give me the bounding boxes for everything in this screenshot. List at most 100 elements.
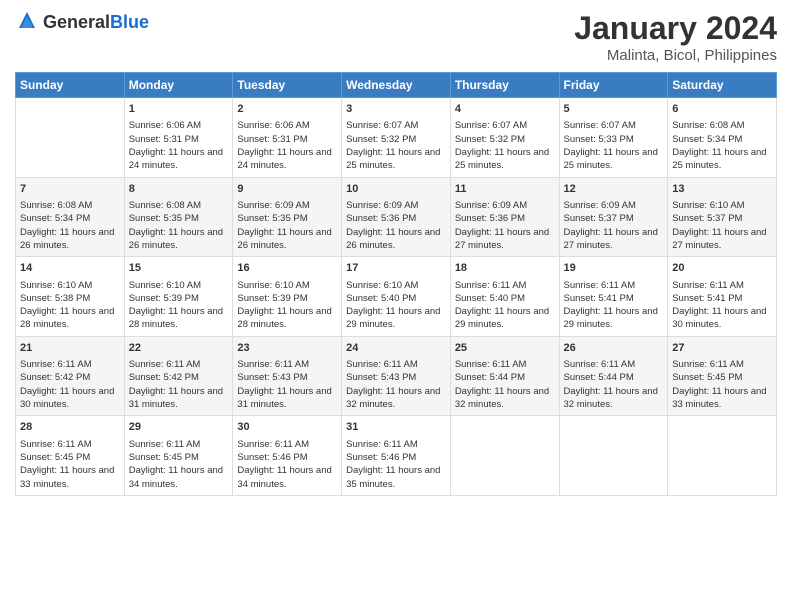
day-number: 7 — [20, 182, 120, 197]
calendar-table: SundayMondayTuesdayWednesdayThursdayFrid… — [15, 72, 777, 496]
day-info: Sunrise: 6:11 AM Sunset: 5:46 PM Dayligh… — [237, 438, 337, 491]
calendar-cell: 6 Sunrise: 6:08 AM Sunset: 5:34 PM Daylig… — [668, 98, 777, 178]
calendar-cell: 20Sunrise: 6:11 AM Sunset: 5:41 PM Dayli… — [668, 257, 777, 337]
day-info: Sunrise: 6:11 AM Sunset: 5:45 PM Dayligh… — [129, 438, 229, 491]
day-number: 14 — [20, 261, 120, 276]
day-number: 11 — [455, 182, 555, 197]
calendar-cell: 28Sunrise: 6:11 AM Sunset: 5:45 PM Dayli… — [16, 416, 125, 496]
day-info: Sunrise: 6:11 AM Sunset: 5:42 PM Dayligh… — [20, 358, 120, 411]
day-info: Sunrise: 6:11 AM Sunset: 5:41 PM Dayligh… — [564, 279, 664, 332]
day-info: Sunrise: 6:11 AM Sunset: 5:46 PM Dayligh… — [346, 438, 446, 491]
day-number: 16 — [237, 261, 337, 276]
calendar-cell: 14 Sunrise: 6:10 AM Sunset: 5:38 PM Dayli… — [16, 257, 125, 337]
calendar-cell — [16, 98, 125, 178]
calendar-cell: 26Sunrise: 6:11 AM Sunset: 5:44 PM Dayli… — [559, 336, 668, 416]
day-number: 29 — [129, 420, 229, 435]
day-info: Sunrise: 6:06 AM Sunset: 5:31 PM Dayligh… — [129, 119, 229, 172]
calendar-cell: 15Sunrise: 6:10 AM Sunset: 5:39 PM Dayli… — [124, 257, 233, 337]
weekday-header-row: SundayMondayTuesdayWednesdayThursdayFrid… — [16, 73, 777, 98]
day-info: Sunrise: 6:07 AM Sunset: 5:32 PM Dayligh… — [346, 119, 446, 172]
day-info: Sunrise: 6:07 AM Sunset: 5:33 PM Dayligh… — [564, 119, 664, 172]
logo-icon — [15, 10, 39, 34]
day-info: Sunrise: 6:09 AM Sunset: 5:36 PM Dayligh… — [346, 199, 446, 252]
day-info: Sunrise: 6:08 AM Sunset: 5:34 PM Dayligh… — [672, 119, 772, 172]
calendar-week-row: 28Sunrise: 6:11 AM Sunset: 5:45 PM Dayli… — [16, 416, 777, 496]
calendar-cell: 29 Sunrise: 6:11 AM Sunset: 5:45 PM Dayli… — [124, 416, 233, 496]
calendar-cell: 13 Sunrise: 6:10 AM Sunset: 5:37 PM Dayli… — [668, 177, 777, 257]
weekday-header-saturday: Saturday — [668, 73, 777, 98]
calendar-container: GeneralBlue January 2024 Malinta, Bicol,… — [0, 0, 792, 506]
calendar-cell: 7Sunrise: 6:08 AM Sunset: 5:34 PM Daylig… — [16, 177, 125, 257]
day-info: Sunrise: 6:09 AM Sunset: 5:35 PM Dayligh… — [237, 199, 337, 252]
calendar-cell: 3 Sunrise: 6:07 AM Sunset: 5:32 PM Daylig… — [342, 98, 451, 178]
calendar-cell: 11 Sunrise: 6:09 AM Sunset: 5:36 PM Dayli… — [450, 177, 559, 257]
calendar-cell: 16 Sunrise: 6:10 AM Sunset: 5:39 PM Dayli… — [233, 257, 342, 337]
day-info: Sunrise: 6:11 AM Sunset: 5:45 PM Dayligh… — [672, 358, 772, 411]
day-info: Sunrise: 6:10 AM Sunset: 5:40 PM Dayligh… — [346, 279, 446, 332]
day-number: 27 — [672, 341, 772, 356]
day-number: 17 — [346, 261, 446, 276]
day-info: Sunrise: 6:06 AM Sunset: 5:31 PM Dayligh… — [237, 119, 337, 172]
month-year-title: January 2024 — [574, 10, 777, 47]
logo-text: GeneralBlue — [43, 12, 149, 33]
day-info: Sunrise: 6:11 AM Sunset: 5:44 PM Dayligh… — [455, 358, 555, 411]
calendar-week-row: 14 Sunrise: 6:10 AM Sunset: 5:38 PM Dayli… — [16, 257, 777, 337]
day-info: Sunrise: 6:11 AM Sunset: 5:40 PM Dayligh… — [455, 279, 555, 332]
weekday-header-thursday: Thursday — [450, 73, 559, 98]
calendar-cell: 25 Sunrise: 6:11 AM Sunset: 5:44 PM Dayli… — [450, 336, 559, 416]
calendar-cell: 5 Sunrise: 6:07 AM Sunset: 5:33 PM Daylig… — [559, 98, 668, 178]
day-number: 18 — [455, 261, 555, 276]
calendar-cell: 27 Sunrise: 6:11 AM Sunset: 5:45 PM Dayli… — [668, 336, 777, 416]
day-number: 24 — [346, 341, 446, 356]
weekday-header-tuesday: Tuesday — [233, 73, 342, 98]
calendar-week-row: 7Sunrise: 6:08 AM Sunset: 5:34 PM Daylig… — [16, 177, 777, 257]
day-number: 1 — [129, 102, 229, 117]
calendar-cell: 2Sunrise: 6:06 AM Sunset: 5:31 PM Daylig… — [233, 98, 342, 178]
calendar-cell: 31 Sunrise: 6:11 AM Sunset: 5:46 PM Dayli… — [342, 416, 451, 496]
calendar-cell: 17 Sunrise: 6:10 AM Sunset: 5:40 PM Dayli… — [342, 257, 451, 337]
day-number: 5 — [564, 102, 664, 117]
weekday-header-sunday: Sunday — [16, 73, 125, 98]
calendar-cell: 9 Sunrise: 6:09 AM Sunset: 5:35 PM Daylig… — [233, 177, 342, 257]
weekday-header-friday: Friday — [559, 73, 668, 98]
day-info: Sunrise: 6:11 AM Sunset: 5:43 PM Dayligh… — [237, 358, 337, 411]
day-number: 20 — [672, 261, 772, 276]
calendar-week-row: 21 Sunrise: 6:11 AM Sunset: 5:42 PM Dayli… — [16, 336, 777, 416]
weekday-header-monday: Monday — [124, 73, 233, 98]
calendar-cell — [450, 416, 559, 496]
day-number: 12 — [564, 182, 664, 197]
calendar-week-row: 1 Sunrise: 6:06 AM Sunset: 5:31 PM Daylig… — [16, 98, 777, 178]
header-area: GeneralBlue January 2024 Malinta, Bicol,… — [15, 10, 777, 64]
day-info: Sunrise: 6:10 AM Sunset: 5:37 PM Dayligh… — [672, 199, 772, 252]
day-info: Sunrise: 6:07 AM Sunset: 5:32 PM Dayligh… — [455, 119, 555, 172]
calendar-cell — [559, 416, 668, 496]
logo: GeneralBlue — [15, 10, 149, 34]
calendar-cell: 24 Sunrise: 6:11 AM Sunset: 5:43 PM Dayli… — [342, 336, 451, 416]
day-info: Sunrise: 6:11 AM Sunset: 5:42 PM Dayligh… — [129, 358, 229, 411]
day-info: Sunrise: 6:08 AM Sunset: 5:35 PM Dayligh… — [129, 199, 229, 252]
day-info: Sunrise: 6:09 AM Sunset: 5:36 PM Dayligh… — [455, 199, 555, 252]
calendar-cell: 23 Sunrise: 6:11 AM Sunset: 5:43 PM Dayli… — [233, 336, 342, 416]
day-info: Sunrise: 6:11 AM Sunset: 5:43 PM Dayligh… — [346, 358, 446, 411]
day-number: 6 — [672, 102, 772, 117]
day-number: 23 — [237, 341, 337, 356]
calendar-header: SundayMondayTuesdayWednesdayThursdayFrid… — [16, 73, 777, 98]
calendar-body: 1 Sunrise: 6:06 AM Sunset: 5:31 PM Daylig… — [16, 98, 777, 496]
day-number: 21 — [20, 341, 120, 356]
calendar-cell — [668, 416, 777, 496]
day-number: 25 — [455, 341, 555, 356]
day-number: 3 — [346, 102, 446, 117]
day-info: Sunrise: 6:10 AM Sunset: 5:38 PM Dayligh… — [20, 279, 120, 332]
day-number: 31 — [346, 420, 446, 435]
weekday-header-wednesday: Wednesday — [342, 73, 451, 98]
calendar-cell: 1 Sunrise: 6:06 AM Sunset: 5:31 PM Daylig… — [124, 98, 233, 178]
day-number: 13 — [672, 182, 772, 197]
day-number: 8 — [129, 182, 229, 197]
day-info: Sunrise: 6:10 AM Sunset: 5:39 PM Dayligh… — [129, 279, 229, 332]
calendar-cell: 8 Sunrise: 6:08 AM Sunset: 5:35 PM Daylig… — [124, 177, 233, 257]
day-info: Sunrise: 6:11 AM Sunset: 5:45 PM Dayligh… — [20, 438, 120, 491]
day-info: Sunrise: 6:10 AM Sunset: 5:39 PM Dayligh… — [237, 279, 337, 332]
day-info: Sunrise: 6:11 AM Sunset: 5:44 PM Dayligh… — [564, 358, 664, 411]
location-subtitle: Malinta, Bicol, Philippines — [574, 47, 777, 64]
day-number: 9 — [237, 182, 337, 197]
